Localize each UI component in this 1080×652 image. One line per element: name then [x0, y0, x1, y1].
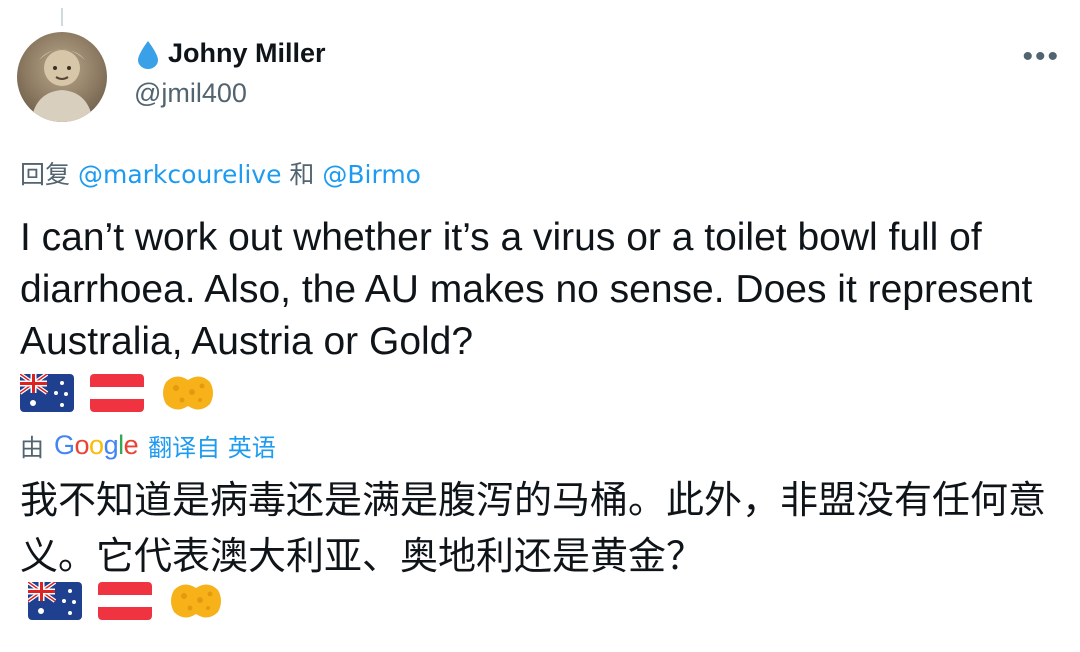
author-display-name: Johny Miller	[168, 38, 326, 68]
australia-flag-icon	[20, 374, 74, 412]
translation-attribution: 由 Google 翻译自 英语	[20, 428, 276, 463]
reply-joiner: 和	[289, 160, 315, 189]
reply-prefix: 回复	[20, 160, 71, 189]
google-logo: Google	[54, 430, 139, 460]
translated-emoji-row	[28, 580, 224, 622]
austria-flag-icon	[90, 374, 144, 412]
tweet-emoji-row	[20, 372, 216, 414]
australia-flag-icon	[28, 582, 82, 620]
tweet-text: I can’t work out whether it’s a virus or…	[20, 216, 1033, 363]
translated-from-link[interactable]: 翻译自 英语	[148, 428, 276, 463]
mention-link-markcourelive[interactable]: @markcourelive	[78, 160, 282, 189]
author-handle[interactable]: @jmil400	[134, 78, 247, 109]
more-icon[interactable]: •••	[1022, 40, 1060, 74]
avatar-photo-icon	[31, 49, 93, 122]
sponge-icon	[163, 376, 213, 410]
translated-by-label: 由	[20, 434, 44, 462]
avatar[interactable]	[17, 32, 107, 122]
droplet-icon	[138, 40, 158, 69]
sponge-icon	[171, 584, 221, 618]
author-name-row[interactable]: Johny Miller	[136, 38, 326, 69]
mention-link-birmo[interactable]: @Birmo	[322, 160, 421, 189]
thread-connector-line	[61, 8, 63, 26]
austria-flag-icon	[98, 582, 152, 620]
translated-tweet-text: 我不知道是病毒还是满是腹泻的马桶。此外，非盟没有任何意义。它代表澳大利亚、奥地利…	[20, 478, 1047, 578]
reply-context: 回复 @markcourelive 和 @Birmo	[20, 155, 421, 191]
